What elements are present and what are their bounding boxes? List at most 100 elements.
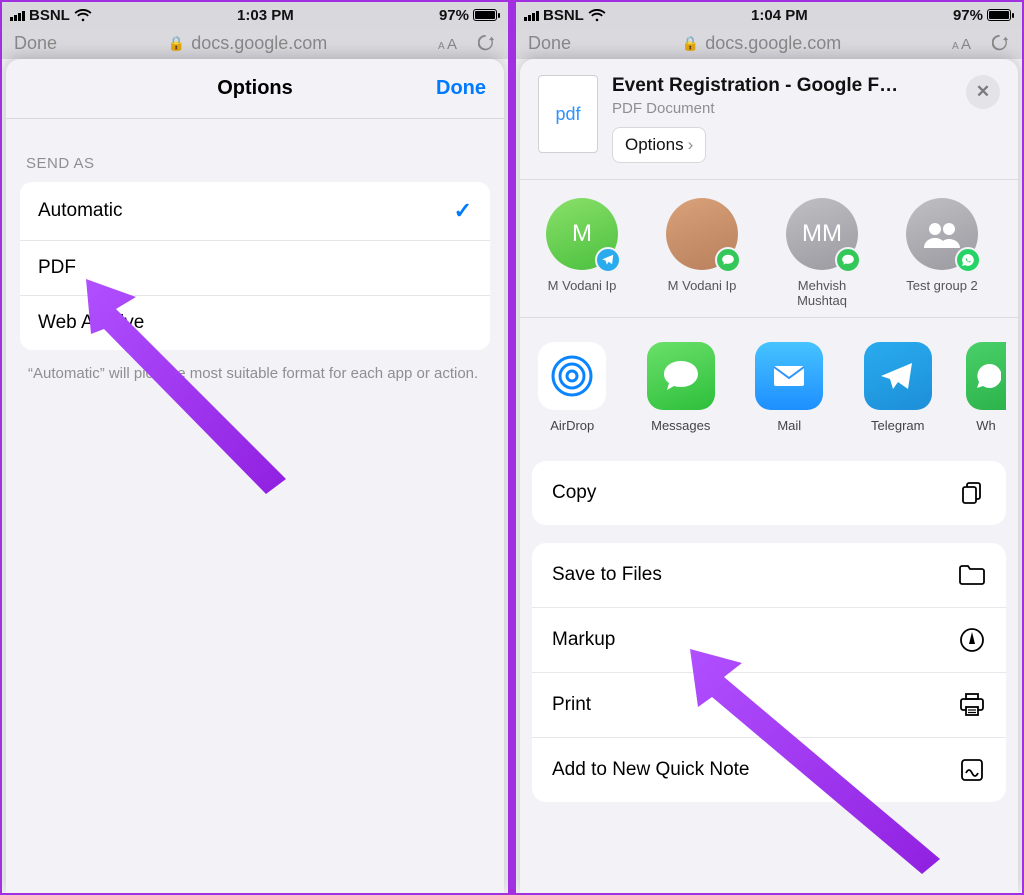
contacts-row[interactable]: M M Vodani Ip M Vodani Ip MM Mehvish Mus…: [520, 180, 1018, 318]
app-mail[interactable]: Mail: [749, 342, 830, 433]
contact-name: Test group 2: [906, 278, 978, 294]
printer-icon: [958, 691, 986, 719]
text-size-icon: AA: [438, 35, 460, 53]
svg-text:A: A: [438, 41, 445, 52]
safari-actions-dimmed: AA: [438, 35, 496, 53]
phone-left: BSNL 1:03 PM 97% Done 🔒 docs.google.com A…: [2, 2, 508, 893]
done-button[interactable]: Done: [436, 77, 486, 100]
apps-row[interactable]: AirDrop Messages Mail Telegram: [520, 318, 1018, 443]
carrier-label: BSNL: [543, 7, 584, 24]
svg-text:A: A: [447, 36, 457, 53]
url-label: docs.google.com: [191, 33, 327, 54]
close-icon: ✕: [976, 82, 990, 102]
share-sheet: pdf Event Registration - Google F… PDF D…: [520, 59, 1018, 893]
messages-badge-icon: [835, 247, 861, 273]
copy-icon: [958, 479, 986, 507]
battery-percent: 97%: [439, 7, 469, 24]
avatar: [906, 198, 978, 270]
safari-toolbar-dimmed: Done 🔒 docs.google.com AA: [2, 28, 508, 59]
option-label: PDF: [38, 257, 76, 279]
app-whatsapp[interactable]: Wh: [966, 342, 1006, 433]
app-messages[interactable]: Messages: [641, 342, 722, 433]
status-bar: BSNL 1:03 PM 97%: [2, 2, 508, 28]
options-footnote: “Automatic” will pick the most suitable …: [6, 350, 504, 398]
avatar: MM: [786, 198, 858, 270]
option-automatic[interactable]: Automatic ✓: [20, 182, 490, 241]
contact-mehvish[interactable]: MM Mehvish Mushtaq: [772, 198, 872, 309]
action-label: Add to New Quick Note: [552, 759, 749, 781]
status-bar: BSNL 1:04 PM 97%: [516, 2, 1022, 28]
lock-icon: 🔒: [682, 35, 699, 52]
app-name: AirDrop: [550, 418, 594, 433]
option-label: Automatic: [38, 200, 122, 222]
option-pdf[interactable]: PDF: [20, 241, 490, 296]
mail-icon: [755, 342, 823, 410]
safari-done-dimmed: Done: [528, 33, 571, 54]
app-telegram[interactable]: Telegram: [858, 342, 939, 433]
action-label: Markup: [552, 629, 615, 651]
options-sheet: Options Done SEND AS Automatic ✓ PDF Web…: [6, 59, 504, 893]
contact-test-group[interactable]: Test group 2: [892, 198, 992, 309]
signal-icon: [524, 9, 539, 21]
telegram-badge-icon: [595, 247, 621, 273]
phone-right: BSNL 1:04 PM 97% Done 🔒 docs.google.com A…: [516, 2, 1022, 893]
airdrop-icon: [538, 342, 606, 410]
reload-icon: [478, 35, 496, 53]
contact-m-vodani-messages[interactable]: M Vodani Ip: [652, 198, 752, 309]
carrier-label: BSNL: [29, 7, 70, 24]
telegram-icon: [864, 342, 932, 410]
svg-text:A: A: [961, 36, 971, 53]
quick-note-icon: [958, 756, 986, 784]
share-header: pdf Event Registration - Google F… PDF D…: [520, 59, 1018, 180]
options-button-label: Options: [625, 135, 684, 155]
battery-percent: 97%: [953, 7, 983, 24]
svg-text:A: A: [952, 41, 959, 52]
url-label: docs.google.com: [705, 33, 841, 54]
wifi-icon: [588, 9, 606, 22]
action-group-file: Save to Files Markup Print Add to New Qu…: [532, 543, 1006, 802]
battery-icon: [473, 9, 500, 21]
sheet-header: Options Done: [6, 59, 504, 119]
action-markup[interactable]: Markup: [532, 608, 1006, 673]
contact-name: M Vodani Ip: [548, 278, 617, 294]
file-title: Event Registration - Google F…: [612, 75, 952, 98]
contact-m-vodani-telegram[interactable]: M M Vodani Ip: [532, 198, 632, 309]
text-size-icon: AA: [952, 35, 974, 53]
action-label: Save to Files: [552, 564, 662, 586]
options-button[interactable]: Options ›: [612, 127, 706, 163]
app-name: Mail: [777, 418, 801, 433]
lock-icon: 🔒: [168, 35, 185, 52]
safari-toolbar-dimmed: Done 🔒 docs.google.com AA: [516, 28, 1022, 59]
chevron-right-icon: ›: [688, 135, 694, 155]
action-copy[interactable]: Copy: [532, 461, 1006, 525]
app-name: Messages: [651, 418, 710, 433]
option-web-archive[interactable]: Web Archive: [20, 296, 490, 350]
messages-icon: [647, 342, 715, 410]
battery-icon: [987, 9, 1014, 21]
action-label: Copy: [552, 482, 596, 504]
checkmark-icon: ✓: [454, 198, 472, 224]
contact-name: Mehvish Mushtaq: [772, 278, 872, 309]
signal-icon: [10, 9, 25, 21]
app-airdrop[interactable]: AirDrop: [532, 342, 613, 433]
avatar: M: [546, 198, 618, 270]
action-label: Print: [552, 694, 591, 716]
action-save-to-files[interactable]: Save to Files: [532, 543, 1006, 608]
action-print[interactable]: Print: [532, 673, 1006, 738]
option-label: Web Archive: [38, 312, 144, 334]
clock-label: 1:03 PM: [237, 7, 294, 24]
send-as-options: Automatic ✓ PDF Web Archive: [20, 182, 490, 350]
action-group-copy: Copy: [532, 461, 1006, 525]
action-quick-note[interactable]: Add to New Quick Note: [532, 738, 1006, 802]
app-name: Telegram: [871, 418, 924, 433]
messages-badge-icon: [715, 247, 741, 273]
clock-label: 1:04 PM: [751, 7, 808, 24]
file-subtitle: PDF Document: [612, 100, 952, 117]
safari-actions-dimmed: AA: [952, 35, 1010, 53]
safari-done-dimmed: Done: [14, 33, 57, 54]
whatsapp-icon: [966, 342, 1006, 410]
send-as-label: SEND AS: [6, 119, 504, 182]
app-name: Wh: [976, 418, 996, 433]
close-button[interactable]: ✕: [966, 75, 1000, 109]
file-thumbnail: pdf: [538, 75, 598, 153]
